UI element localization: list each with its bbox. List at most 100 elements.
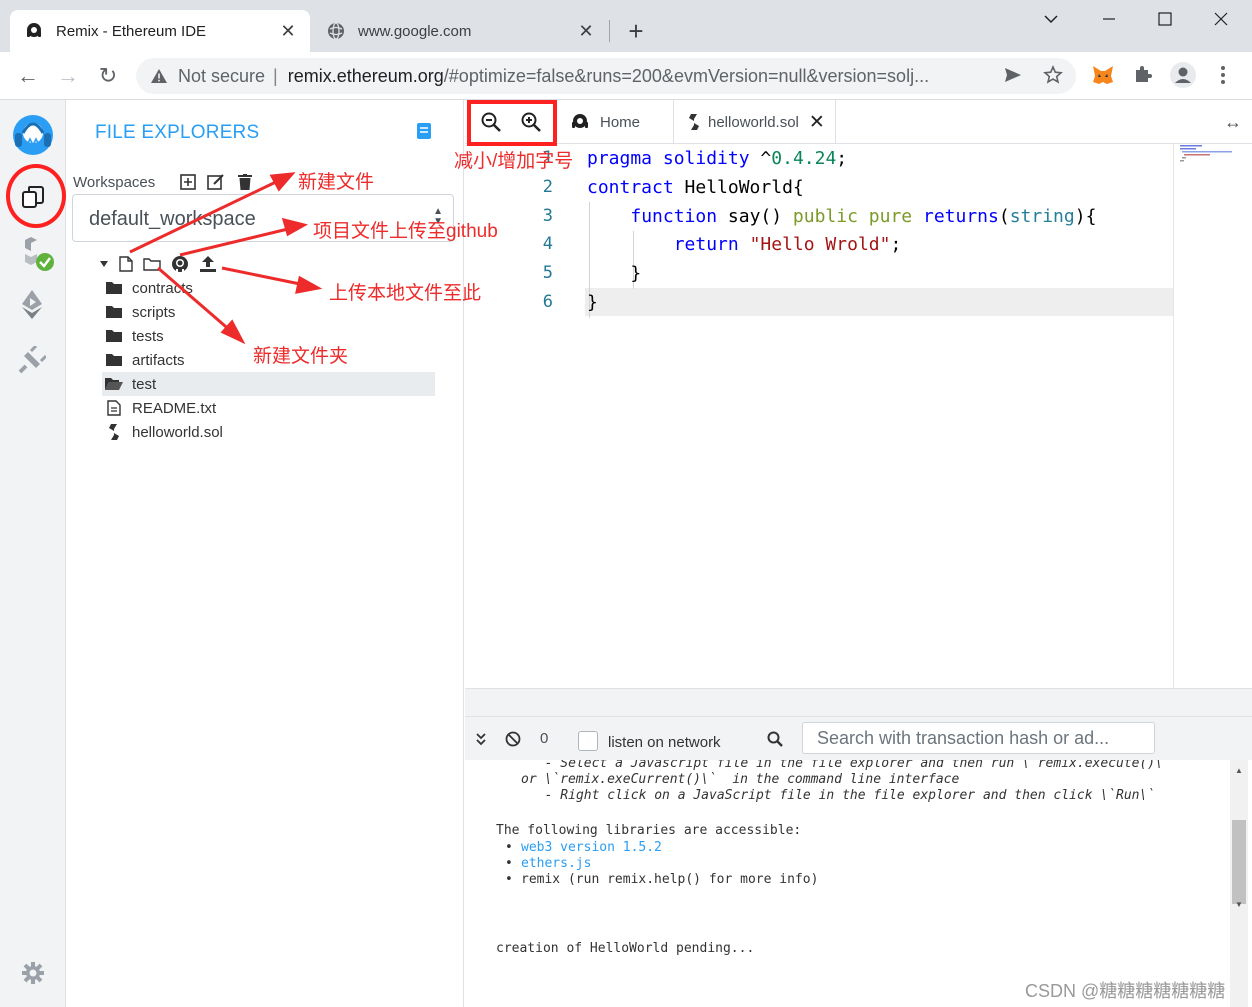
tab-helloworld-sol[interactable]: helloworld.sol ✕ xyxy=(674,100,836,144)
expand-panel-icon[interactable]: ↔ xyxy=(1224,112,1242,133)
annotation-github: 项目文件上传至github xyxy=(313,221,498,242)
back-button[interactable]: ← xyxy=(14,62,42,90)
close-tab-icon[interactable]: ✕ xyxy=(809,111,825,134)
listen-network-checkbox[interactable] xyxy=(578,731,598,751)
terminal-resize-bar[interactable] xyxy=(465,688,1252,716)
browser-tab-remix[interactable]: Remix - Ethereum IDE ✕ xyxy=(10,10,310,52)
code-editor[interactable]: 1 2 3 4 5 6 pragma solidity ^0.4.24; con… xyxy=(465,144,1252,688)
security-separator: | xyxy=(273,65,278,86)
keyword-function: function xyxy=(630,206,718,227)
bookmark-star-icon[interactable] xyxy=(1040,62,1066,88)
tree-item-file[interactable]: README.txt xyxy=(102,396,435,420)
minimap-preview xyxy=(1180,145,1232,162)
terminal-output: - Select a Javascript file in the file e… xyxy=(465,760,1252,1007)
forward-button[interactable]: → xyxy=(54,62,82,90)
extensions-puzzle-icon[interactable] xyxy=(1130,62,1156,88)
new-file-icon[interactable] xyxy=(116,254,136,274)
terminal-line: or \`remix.exeCurrent()\` in the command… xyxy=(521,772,960,787)
minimize-button[interactable] xyxy=(1094,6,1124,32)
folder-open-icon xyxy=(102,372,126,396)
tab-close-icon[interactable]: ✕ xyxy=(276,19,300,43)
code-line-1: pragma solidity ^0.4.24; xyxy=(587,148,848,169)
list-bullet: • xyxy=(505,840,513,855)
terminal-line: creation of HelloWorld pending... xyxy=(496,941,755,956)
terminal-scrollbar[interactable]: ▲ ▼ xyxy=(1230,760,1248,1007)
collapse-terminal-icon[interactable] xyxy=(471,729,491,749)
annotation-zoom: 减小/增加字号 xyxy=(454,151,574,172)
scroll-thumb[interactable] xyxy=(1232,820,1246,904)
solidity-compiler-icon[interactable] xyxy=(16,236,56,274)
browser-menu-icon[interactable] xyxy=(1210,62,1236,88)
scroll-up-arrow-icon[interactable]: ▲ xyxy=(1235,766,1243,775)
new-tab-button[interactable]: + xyxy=(622,18,650,46)
profile-avatar-icon[interactable] xyxy=(1168,60,1198,90)
watermark: CSDN @糖糖糖糖糖糖糖 xyxy=(1025,981,1226,1001)
metamask-extension-icon[interactable] xyxy=(1090,62,1116,88)
documentation-icon[interactable] xyxy=(416,122,432,145)
annotation-upload: 上传本地文件至此 xyxy=(329,283,482,304)
remix-logo-icon[interactable] xyxy=(6,108,60,162)
folder-icon xyxy=(102,276,126,300)
reload-button[interactable]: ↻ xyxy=(94,62,122,90)
keyword-return: return xyxy=(673,234,739,255)
deploy-run-icon[interactable] xyxy=(16,286,48,322)
close-window-button[interactable] xyxy=(1206,6,1236,32)
keyword-pragma: pragma xyxy=(587,148,653,169)
tab-title: www.google.com xyxy=(358,22,472,40)
folder-icon xyxy=(102,348,126,372)
settings-icon[interactable] xyxy=(20,960,46,986)
upload-icon[interactable] xyxy=(198,254,218,274)
panel-title: FILE EXPLORERS xyxy=(95,122,260,143)
line-number: 2 xyxy=(542,177,553,197)
terminal-line: - Select a Javascript file in the file e… xyxy=(529,760,1171,771)
collapse-caret-icon[interactable] xyxy=(94,254,114,274)
web3-link[interactable]: web3 version 1.5.2 xyxy=(521,840,662,855)
plugin-manager-icon[interactable] xyxy=(16,344,48,376)
editor-tab-bar: Home helloworld.sol ✕ ↔ xyxy=(465,100,1252,144)
keyword-solidity: solidity xyxy=(662,148,750,169)
tree-item-label: test xyxy=(132,375,157,393)
browser-tabstrip: Remix - Ethereum IDE ✕ www.google.com ✕ … xyxy=(0,0,1252,52)
tab-label: helloworld.sol xyxy=(708,113,799,131)
annotation-box xyxy=(467,100,557,146)
tree-item-file[interactable]: helloworld.sol xyxy=(102,420,435,444)
terminal-line: - Right click on a JavaScript file in th… xyxy=(529,788,1156,803)
scroll-down-arrow-icon[interactable]: ▼ xyxy=(1235,900,1243,909)
tree-item-folder-selected[interactable]: test xyxy=(102,372,435,396)
type-string: string xyxy=(1009,206,1075,227)
code-line-4: return "Hello Wrold"; xyxy=(673,234,902,255)
workspaces-label: Workspaces xyxy=(73,174,156,191)
address-bar[interactable]: Not secure | remix.ethereum.org /#optimi… xyxy=(136,58,1076,94)
new-folder-icon[interactable] xyxy=(142,254,162,274)
create-workspace-icon[interactable] xyxy=(178,172,198,192)
tab-search-icon[interactable] xyxy=(1036,6,1066,32)
terminal-search-input[interactable]: Search with transaction hash or ad... xyxy=(802,722,1155,754)
list-bullet: • xyxy=(505,856,513,871)
tab-close-icon[interactable]: ✕ xyxy=(574,19,598,43)
terminal-toolbar: 0 listen on network Search with transact… xyxy=(465,716,1252,760)
globe-icon xyxy=(326,21,346,41)
line-number: 4 xyxy=(542,234,553,254)
version-number: 0.4.24 xyxy=(771,148,837,169)
maximize-button[interactable] xyxy=(1150,6,1180,32)
rename-workspace-icon[interactable] xyxy=(206,172,226,192)
browser-tab-google[interactable]: www.google.com ✕ xyxy=(312,10,608,52)
solidity-file-icon xyxy=(688,113,700,131)
remix-favicon-icon xyxy=(24,21,44,41)
tab-home[interactable]: Home xyxy=(556,100,674,144)
editor-minimap[interactable] xyxy=(1173,144,1252,688)
folder-icon xyxy=(102,324,126,348)
ethers-link[interactable]: ethers.js xyxy=(521,856,591,871)
delete-workspace-icon[interactable] xyxy=(235,172,255,192)
send-icon[interactable] xyxy=(1000,62,1026,88)
terminal-line: remix (run remix.help() for more info) xyxy=(521,872,819,887)
security-status-text: Not secure xyxy=(178,65,266,86)
annotation-new-file: 新建文件 xyxy=(298,172,375,193)
code-line-2: contract HelloWorld{ xyxy=(587,177,804,198)
keyword-public: public xyxy=(792,206,858,227)
tab-label: Home xyxy=(600,113,641,131)
remix-home-icon xyxy=(570,113,590,131)
clear-console-icon[interactable] xyxy=(503,729,523,749)
warning-icon[interactable] xyxy=(150,68,168,84)
github-icon[interactable] xyxy=(170,254,190,274)
